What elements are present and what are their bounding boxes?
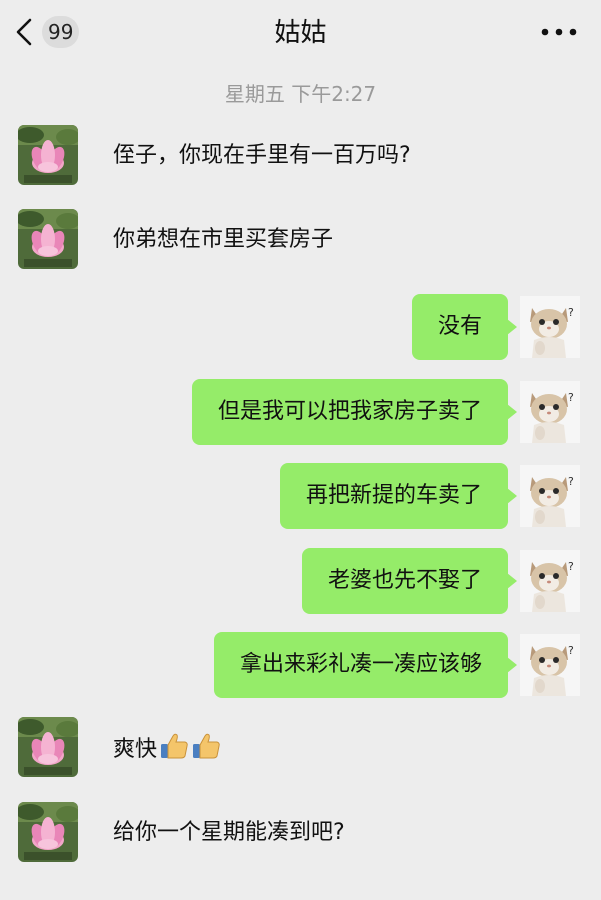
avatar-question-mark: ? [568,560,574,573]
outgoing-message: 再把新提的车卖了 [279,463,518,529]
incoming-message-text: 爽快 [113,737,158,762]
incoming-message: 给你一个星期能凑到吧? [113,820,345,845]
avatar-question-mark: ? [568,475,574,488]
chat-title: 姑姑 [274,18,327,48]
thumbs-up-icon [159,732,189,760]
avatar-question-mark: ? [568,644,574,657]
chat-header: 99 姑姑 [0,0,601,62]
incoming-message: 你弟想在市里买套房子 [113,227,334,252]
thumbs-up-icon [191,732,221,760]
incoming-message: 爽快 [95,732,239,766]
contact-avatar[interactable] [18,125,78,185]
more-options-icon[interactable] [539,22,579,42]
outgoing-message: 没有 [411,294,518,360]
incoming-message: 侄子，你现在手里有一百万吗? [113,143,411,168]
outgoing-message: 老婆也先不娶了 [301,548,518,614]
contact-avatar[interactable] [18,209,78,269]
avatar-question-mark: ? [568,306,574,319]
avatar-question-mark: ? [568,391,574,404]
outgoing-message: 但是我可以把我家房子卖了 [191,379,518,445]
contact-avatar[interactable] [18,802,78,862]
contact-avatar[interactable] [18,717,78,777]
message-timestamp: 星期五 下午2:27 [224,82,377,106]
outgoing-message: 拿出来彩礼凑一凑应该够 [213,632,518,698]
